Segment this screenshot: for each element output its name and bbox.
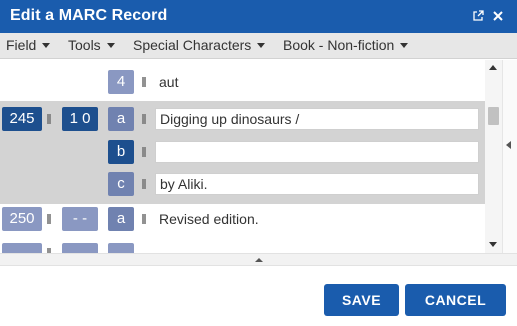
popout-icon[interactable] bbox=[472, 9, 486, 23]
menu-special-characters[interactable]: Special Characters bbox=[133, 37, 266, 53]
subfield-value[interactable]: Revised edition. bbox=[159, 211, 259, 227]
chevron-down-icon bbox=[106, 43, 115, 48]
drag-handle-icon[interactable] bbox=[142, 77, 146, 87]
subfield-code[interactable]: a bbox=[108, 107, 134, 131]
subfield-code[interactable]: a bbox=[108, 207, 134, 231]
title-bar: Edit a MARC Record bbox=[0, 0, 517, 33]
scroll-thumb[interactable] bbox=[488, 107, 499, 125]
vertical-scrollbar[interactable] bbox=[485, 60, 502, 253]
subfield-code[interactable]: b bbox=[108, 140, 134, 164]
chevron-left-icon[interactable] bbox=[506, 141, 511, 149]
menu-book-type[interactable]: Book - Non-fiction bbox=[283, 37, 409, 53]
chevron-up-icon[interactable] bbox=[255, 258, 263, 262]
chevron-down-icon bbox=[42, 43, 51, 48]
drag-handle-icon[interactable] bbox=[47, 214, 51, 224]
save-button[interactable]: SAVE bbox=[324, 284, 399, 316]
scroll-down-icon[interactable] bbox=[489, 242, 497, 247]
close-icon[interactable] bbox=[492, 9, 506, 23]
subfield-input[interactable]: Digging up dinosaurs / bbox=[155, 108, 479, 130]
panel-resize-divider[interactable] bbox=[0, 253, 517, 266]
subfield-code[interactable]: 4 bbox=[108, 70, 134, 94]
scroll-up-icon[interactable] bbox=[489, 65, 497, 70]
field-tag[interactable]: 245 bbox=[2, 107, 42, 131]
menu-field-label: Field bbox=[6, 37, 37, 53]
dialog-title: Edit a MARC Record bbox=[10, 7, 168, 24]
subfield-code[interactable]: c bbox=[108, 172, 134, 196]
subfield-value[interactable]: aut bbox=[159, 74, 178, 90]
side-panel-toggle[interactable] bbox=[502, 60, 517, 253]
menu-bar: Field Tools Special Characters Book - No… bbox=[0, 33, 517, 59]
drag-handle-icon[interactable] bbox=[142, 114, 146, 124]
chevron-down-icon bbox=[400, 43, 409, 48]
drag-handle-icon[interactable] bbox=[142, 214, 146, 224]
record-editor: 4 aut 245 1 0 a Digging up dinosaurs / b… bbox=[0, 60, 485, 253]
menu-field[interactable]: Field bbox=[6, 37, 51, 53]
field-tag[interactable]: 250 bbox=[2, 207, 42, 231]
chevron-down-icon bbox=[257, 43, 266, 48]
subfield-input[interactable]: by Aliki. bbox=[155, 173, 479, 195]
menu-special-characters-label: Special Characters bbox=[133, 37, 252, 53]
field-indicators[interactable]: 1 0 bbox=[62, 107, 98, 131]
field-indicators[interactable]: - - bbox=[62, 207, 98, 231]
drag-handle-icon[interactable] bbox=[47, 114, 51, 124]
menu-book-type-label: Book - Non-fiction bbox=[283, 37, 395, 53]
menu-tools-label: Tools bbox=[68, 37, 101, 53]
menu-tools[interactable]: Tools bbox=[68, 37, 115, 53]
field-indicators[interactable] bbox=[62, 243, 98, 253]
cancel-button[interactable]: CANCEL bbox=[405, 284, 506, 316]
marc-editor-dialog: Edit a MARC Record Field Tools Special C… bbox=[0, 0, 517, 326]
drag-handle-icon[interactable] bbox=[142, 147, 146, 157]
subfield-code[interactable] bbox=[108, 243, 134, 253]
subfield-input[interactable] bbox=[155, 141, 479, 163]
drag-handle-icon[interactable] bbox=[142, 179, 146, 189]
field-tag[interactable] bbox=[2, 243, 42, 253]
